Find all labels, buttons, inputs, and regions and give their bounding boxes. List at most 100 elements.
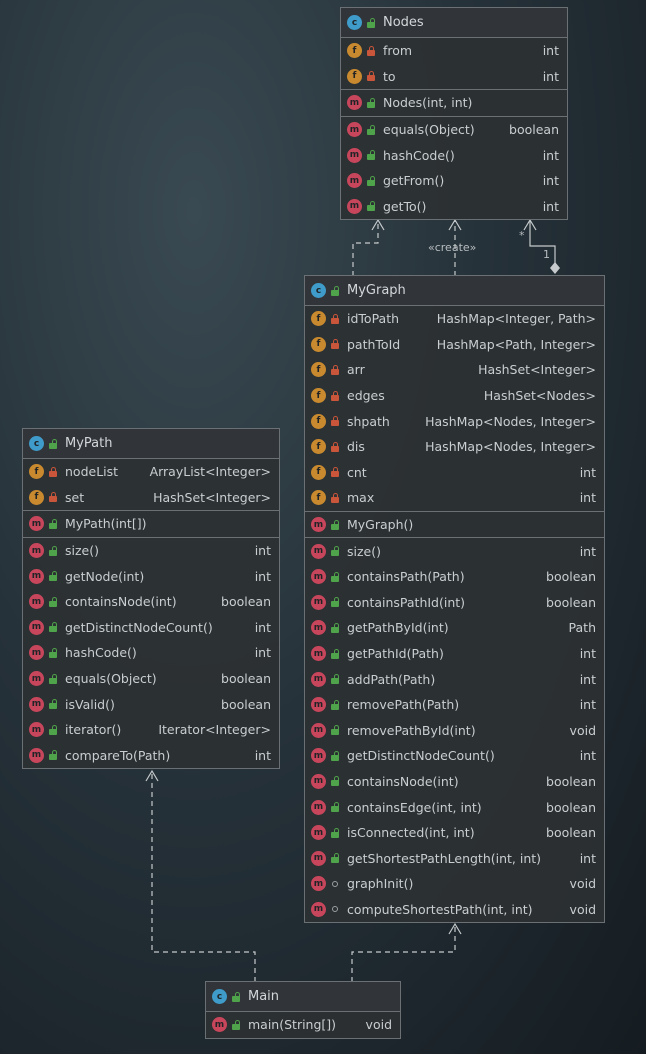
field-row[interactable]: f edges HashSet<Nodes> [305,383,604,409]
method-row[interactable]: m iterator() Iterator<Integer> [23,717,279,743]
constructor-row[interactable]: m MyGraph() [305,510,604,538]
method-row[interactable]: m containsNode(int) boolean [305,769,604,795]
method-row[interactable]: m isValid() boolean [23,691,279,717]
method-icon: m [311,773,326,789]
constructor-row[interactable]: m MyPath(int[]) [23,510,279,537]
method-name: computeShortestPath(int, int) [347,901,533,917]
method-row[interactable]: m getShortestPathLength(int, int) int [305,845,604,871]
field-row[interactable]: f max int [305,485,604,511]
field-icon: f [311,388,326,404]
field-row[interactable]: f nodeList ArrayList<Integer> [23,459,279,485]
class-mygraph[interactable]: c MyGraph f idToPath HashMap<Integer, Path… [304,275,605,924]
method-icon: m [311,569,326,585]
method-return-type: void [569,876,596,892]
field-row[interactable]: f set HashSet<Integer> [23,485,279,511]
method-name: containsPath(Path) [347,569,465,585]
method-row[interactable]: m graphInit() void [305,871,604,897]
method-row[interactable]: m containsNode(int) boolean [23,589,279,615]
class-name: MyPath [65,436,113,451]
method-row[interactable]: m equals(Object) boolean [23,666,279,692]
method-row[interactable]: m main(String[]) void [206,1012,400,1038]
class-nodes[interactable]: c Nodes f from int f to int m Nodes(int,… [340,7,568,221]
method-icon: m [347,95,362,111]
method-row[interactable]: m removePath(Path) int [305,692,604,718]
method-row[interactable]: m getFrom() int [341,168,567,194]
field-icon: f [311,439,326,455]
field-row[interactable]: f shpath HashMap<Nodes, Integer> [305,408,604,434]
method-icon: m [311,825,326,841]
field-row[interactable]: f pathToId HashMap<Path, Integer> [305,332,604,358]
method-name: hashCode() [65,645,137,661]
method-name: getFrom() [383,173,445,189]
method-return-type: boolean [546,773,596,789]
method-icon: m [212,1017,227,1033]
method-name: getPathById(int) [347,620,449,636]
field-row[interactable]: f arr HashSet<Integer> [305,357,604,383]
method-row[interactable]: m containsPathId(int) boolean [305,590,604,616]
multiplicity-many-label: * [519,229,525,242]
method-row[interactable]: m size() int [23,538,279,564]
method-name: getDistinctNodeCount() [65,619,213,635]
field-row[interactable]: f to int [341,64,567,90]
method-row[interactable]: m isConnected(int, int) boolean [305,820,604,846]
method-icon: m [311,850,326,866]
field-row[interactable]: f cnt int [305,460,604,486]
field-name: shpath [347,413,390,429]
method-row[interactable]: m getDistinctNodeCount() int [305,743,604,769]
method-row[interactable]: m getTo() int [341,194,567,220]
method-row[interactable]: m containsPath(Path) boolean [305,564,604,590]
dependency-main-mypath [151,771,256,982]
method-row[interactable]: m getPathId(Path) int [305,641,604,667]
method-return-type: int [254,568,271,584]
method-row[interactable]: m hashCode() int [23,640,279,666]
method-return-type: void [365,1017,392,1033]
field-row[interactable]: f dis HashMap<Nodes, Integer> [305,434,604,460]
method-name: equals(Object) [65,671,157,687]
public-icon [330,853,340,864]
method-row[interactable]: m computeShortestPath(int, int) void [305,897,604,923]
public-icon [330,648,340,659]
method-return-type: int [579,671,596,687]
class-header[interactable]: c Main [206,982,400,1012]
private-icon [330,467,340,478]
class-name: Nodes [383,15,424,30]
field-row[interactable]: f from int [341,38,567,64]
method-row[interactable]: m size() int [305,538,604,564]
field-row[interactable]: f idToPath HashMap<Integer, Path> [305,306,604,332]
class-header[interactable]: c MyPath [23,429,279,459]
public-icon [48,622,58,633]
method-name: equals(Object) [383,122,475,138]
method-name: graphInit() [347,876,414,892]
method-row[interactable]: m addPath(Path) int [305,666,604,692]
public-icon [366,97,376,108]
private-icon [48,466,58,477]
method-row[interactable]: m getNode(int) int [23,563,279,589]
public-icon [48,545,58,556]
method-row[interactable]: m removePathById(int) void [305,718,604,744]
class-header[interactable]: c MyGraph [305,276,604,306]
method-icon: m [29,543,44,559]
field-name: from [383,43,413,59]
field-type: HashSet<Nodes> [483,388,596,404]
method-row[interactable]: m getPathById(int) Path [305,615,604,641]
method-row[interactable]: m containsEdge(int, int) boolean [305,794,604,820]
method-name: removePath(Path) [347,697,460,713]
create-stereotype-label: «create» [428,241,477,254]
method-icon: m [311,901,326,917]
method-row[interactable]: m hashCode() int [341,142,567,168]
class-main[interactable]: c Main m main(String[]) void [205,981,401,1039]
field-type: int [542,68,559,84]
field-type: HashMap<Nodes, Integer> [425,439,596,455]
method-name: hashCode() [383,147,455,163]
method-name: containsNode(int) [347,773,459,789]
class-mypath[interactable]: c MyPath f nodeList ArrayList<Integer> f se… [22,428,280,770]
constructor-row[interactable]: m Nodes(int, int) [341,89,567,116]
method-row[interactable]: m equals(Object) boolean [341,117,567,143]
public-icon [48,438,58,449]
method-row[interactable]: m compareTo(Path) int [23,743,279,769]
field-type: HashMap<Path, Integer> [436,336,596,352]
class-header[interactable]: c Nodes [341,8,567,38]
method-name: getNode(int) [65,568,145,584]
method-icon: m [311,594,326,610]
method-row[interactable]: m getDistinctNodeCount() int [23,615,279,641]
